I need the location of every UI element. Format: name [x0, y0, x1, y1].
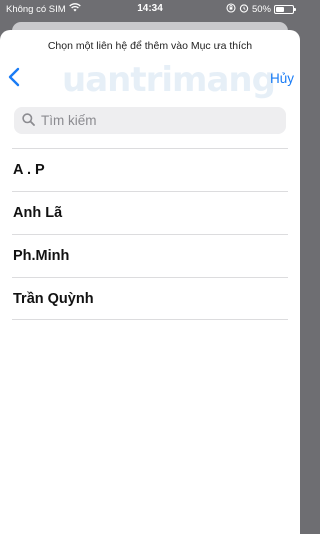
- status-bar: Không có SIM 14:34 50%: [0, 0, 300, 20]
- watermark-logo: uantrimang: [60, 58, 276, 102]
- contact-row[interactable]: A . P: [0, 148, 300, 191]
- alarm-icon: [239, 3, 249, 16]
- orientation-lock-icon: [226, 3, 236, 16]
- contact-name: Trần Quỳnh: [13, 290, 94, 307]
- contact-name: Ph.Minh: [13, 247, 70, 264]
- battery-percent: 50%: [251, 4, 271, 15]
- search-field[interactable]: Tìm kiếm: [14, 107, 286, 134]
- contact-row[interactable]: Anh Lã: [0, 191, 300, 234]
- contact-name: A . P: [13, 161, 45, 178]
- contact-list: A . P Anh Lã Ph.Minh Trần Quỳnh: [0, 148, 300, 320]
- search-icon: [22, 112, 35, 129]
- status-indicators: 50%: [226, 3, 296, 16]
- search-placeholder: Tìm kiếm: [41, 113, 97, 128]
- contact-row[interactable]: Ph.Minh: [0, 234, 300, 277]
- chevron-left-icon: [8, 67, 20, 92]
- battery-icon: [274, 5, 296, 14]
- battery-level: [276, 7, 284, 12]
- contact-picker-sheet: Chọn một liên hệ để thêm vào Mục ưa thíc…: [0, 30, 300, 534]
- contact-row[interactable]: Trần Quỳnh: [0, 277, 300, 320]
- back-button[interactable]: [6, 66, 22, 92]
- cancel-button[interactable]: Hủy: [270, 71, 294, 86]
- contact-name: Anh Lã: [13, 204, 63, 221]
- watermark-text: uantrimang: [62, 60, 276, 100]
- sheet-prompt: Chọn một liên hệ để thêm vào Mục ưa thíc…: [47, 40, 253, 52]
